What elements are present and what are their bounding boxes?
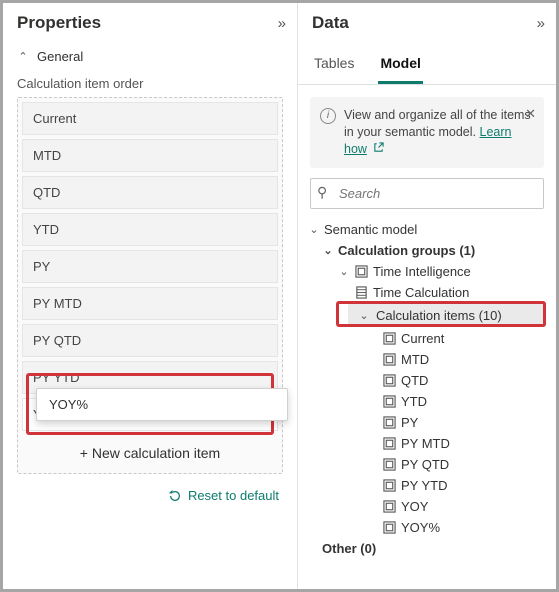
calc-item-icon bbox=[382, 437, 397, 450]
calc-item-icon bbox=[382, 521, 397, 534]
tree-time-calculation[interactable]: Time Calculation bbox=[306, 282, 552, 303]
reset-label: Reset to default bbox=[188, 488, 279, 503]
order-item[interactable]: PY MTD bbox=[22, 287, 278, 320]
calc-item-icon bbox=[382, 374, 397, 387]
order-item[interactable]: PY bbox=[22, 250, 278, 283]
tree-time-intelligence[interactable]: ⌄ Time Intelligence bbox=[306, 261, 552, 282]
tree-calc-groups[interactable]: ⌄ Calculation groups (1) bbox=[306, 240, 552, 261]
calc-item-icon bbox=[382, 395, 397, 408]
tab-tables[interactable]: Tables bbox=[312, 47, 356, 84]
tree-calc-item[interactable]: YOY bbox=[306, 496, 552, 517]
new-calculation-item-button[interactable]: + New calculation item bbox=[22, 435, 278, 469]
calculation-item-order-list: Current MTD QTD YTD PY PY MTD PY QTD PY … bbox=[17, 97, 283, 474]
chevron-down-icon: ⌄ bbox=[308, 223, 320, 236]
info-banner: i View and organize all of the items in … bbox=[310, 97, 544, 168]
reset-to-default-button[interactable]: Reset to default bbox=[3, 480, 297, 511]
order-item[interactable]: YTD bbox=[22, 213, 278, 246]
calc-item-icon bbox=[382, 500, 397, 513]
tree-calc-item[interactable]: YTD bbox=[306, 391, 552, 412]
general-section-toggle[interactable]: ⌃ General bbox=[3, 43, 297, 74]
order-item[interactable]: Current bbox=[22, 102, 278, 135]
calc-item-icon bbox=[382, 479, 397, 492]
calc-item-icon bbox=[382, 332, 397, 345]
reset-icon bbox=[168, 489, 182, 503]
close-icon[interactable]: ✕ bbox=[525, 105, 536, 123]
chevron-up-icon: ⌃ bbox=[17, 50, 29, 63]
collapse-data-icon[interactable]: » bbox=[535, 15, 544, 32]
data-tabs: Tables Model bbox=[298, 43, 556, 85]
tree-calc-item[interactable]: MTD bbox=[306, 349, 552, 370]
collapse-properties-icon[interactable]: » bbox=[276, 15, 285, 32]
tree-calc-item[interactable]: YOY% bbox=[306, 517, 552, 538]
properties-header: Properties » bbox=[3, 3, 297, 43]
tree-calc-item[interactable]: PY bbox=[306, 412, 552, 433]
chevron-down-icon: ⌄ bbox=[358, 309, 370, 322]
calc-item-icon bbox=[382, 458, 397, 471]
tree-calc-item[interactable]: PY YTD bbox=[306, 475, 552, 496]
dragging-order-item[interactable]: YOY% bbox=[36, 388, 288, 421]
order-item[interactable]: QTD bbox=[22, 176, 278, 209]
calc-item-order-label: Calculation item order bbox=[3, 74, 297, 97]
tree-calc-item[interactable]: PY QTD bbox=[306, 454, 552, 475]
data-header: Data » bbox=[298, 3, 556, 43]
tree-calculation-items[interactable]: ⌄ Calculation items (10) bbox=[348, 304, 546, 327]
properties-title: Properties bbox=[17, 13, 101, 33]
general-section-label: General bbox=[37, 49, 83, 64]
chevron-down-icon: ⌄ bbox=[322, 244, 334, 257]
tree-calc-item[interactable]: PY MTD bbox=[306, 433, 552, 454]
tree-other[interactable]: Other (0) bbox=[306, 538, 552, 559]
info-icon: i bbox=[320, 108, 336, 124]
data-panel: Data » Tables Model i View and organize … bbox=[298, 3, 556, 589]
calc-group-icon bbox=[354, 265, 369, 278]
search-icon: ⚲ bbox=[317, 184, 327, 201]
data-title: Data bbox=[312, 13, 349, 33]
tree-root[interactable]: ⌄ Semantic model bbox=[306, 219, 552, 240]
column-icon bbox=[354, 286, 369, 299]
tree-calc-item[interactable]: Current bbox=[306, 328, 552, 349]
calc-item-icon bbox=[382, 416, 397, 429]
search-input[interactable] bbox=[310, 178, 544, 209]
order-item[interactable]: MTD bbox=[22, 139, 278, 172]
search-wrap: ⚲ bbox=[310, 178, 544, 209]
order-item[interactable]: PY QTD bbox=[22, 324, 278, 357]
calc-item-icon bbox=[382, 353, 397, 366]
external-link-icon bbox=[373, 142, 384, 153]
tab-model[interactable]: Model bbox=[378, 47, 422, 84]
info-text: View and organize all of the items in yo… bbox=[344, 107, 534, 158]
properties-panel: Properties » ⌃ General Calculation item … bbox=[3, 3, 298, 589]
chevron-down-icon: ⌄ bbox=[338, 265, 350, 278]
tree-calc-item[interactable]: QTD bbox=[306, 370, 552, 391]
model-tree: ⌄ Semantic model ⌄ Calculation groups (1… bbox=[298, 217, 556, 567]
